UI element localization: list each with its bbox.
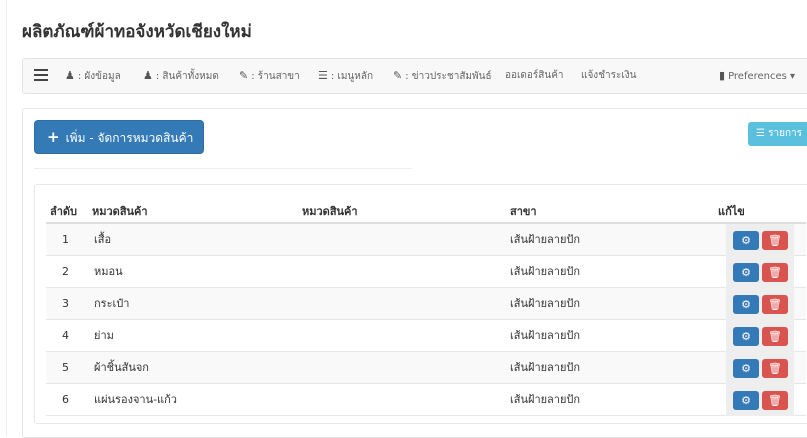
- delete-button[interactable]: 🗑: [762, 295, 788, 314]
- delete-button[interactable]: 🗑: [762, 327, 788, 346]
- user-icon: ♟: [65, 69, 75, 82]
- row-category: หมอน: [94, 265, 123, 278]
- nav-item-orders[interactable]: ออเดอร์สินค้า: [505, 59, 564, 93]
- divider: [34, 168, 412, 169]
- header-edit: แก้ไข: [718, 205, 745, 218]
- delete-button[interactable]: 🗑: [762, 359, 788, 378]
- edit-cell: ⚙ 🗑: [726, 384, 794, 416]
- header-category-2: หมวดสินค้า: [302, 205, 358, 218]
- row-branch: เส้นฝ้ายลายปัก: [510, 393, 581, 406]
- edit-button[interactable]: ⚙: [733, 231, 759, 250]
- table-row: 6 แผ่นรองจาน-แก้ว เส้นฝ้ายลายปัก ⚙ 🗑: [46, 384, 806, 416]
- row-branch: เส้นฝ้ายลายปัก: [510, 329, 581, 342]
- gear-icon: ⚙: [741, 234, 751, 247]
- nav-item-data-chart[interactable]: ♟: ผังข้อมูล: [65, 59, 121, 93]
- edit-button[interactable]: ⚙: [733, 295, 759, 314]
- edit-cell: ⚙ 🗑: [726, 320, 794, 352]
- delete-button[interactable]: 🗑: [762, 263, 788, 282]
- table-row: 2 หมอน เส้นฝ้ายลายปัก ⚙ 🗑: [46, 256, 806, 288]
- page-title: ผลิตภัณฑ์ผ้าทอจังหวัดเชียงใหม่: [22, 22, 252, 42]
- row-category: ย่าม: [94, 329, 114, 342]
- header-category: หมวดสินค้า: [92, 205, 148, 218]
- trash-icon: 🗑: [768, 234, 782, 247]
- header-branch: สาขา: [510, 205, 537, 218]
- list-icon: ☰: [318, 69, 328, 82]
- trash-icon: 🗑: [768, 330, 782, 343]
- row-number: 4: [62, 329, 69, 342]
- gear-icon: ⚙: [741, 298, 751, 311]
- delete-button[interactable]: 🗑: [762, 391, 788, 410]
- trash-icon: 🗑: [768, 394, 782, 407]
- nav-item-news[interactable]: ✎: ข่าวประชาสัมพันธ์: [393, 59, 492, 93]
- nav-item-label: แจ้งชำระเงิน: [581, 70, 637, 81]
- preferences-label: Preferences ▾: [728, 71, 796, 82]
- preferences-dropdown[interactable]: ▮ Preferences ▾: [719, 59, 795, 93]
- row-category: แผ่นรองจาน-แก้ว: [94, 393, 177, 406]
- user-icon: ♟: [143, 69, 153, 82]
- leaf-icon: ✎: [239, 69, 249, 82]
- table-row: 4 ย่าม เส้นฝ้ายลายปัก ⚙ 🗑: [46, 320, 806, 352]
- nav-item-label: : ร้านสาขา: [251, 71, 300, 82]
- row-category: เสื้อ: [94, 233, 112, 246]
- row-number: 1: [62, 233, 69, 246]
- nav-item-label: : สินค้าทั้งหมด: [155, 71, 219, 82]
- nav-item-label: : ข่าวประชาสัมพันธ์: [405, 71, 492, 82]
- menu-toggle-icon[interactable]: [34, 69, 48, 81]
- row-category: กระเป๋า: [94, 297, 130, 310]
- row-branch: เส้นฝ้ายลายปัก: [510, 265, 581, 278]
- trash-icon: 🗑: [768, 266, 782, 279]
- nav-item-label: : เมนูหลัก: [330, 71, 374, 82]
- trash-icon: 🗑: [768, 298, 782, 311]
- row-number: 2: [62, 265, 69, 278]
- nav-item-branches[interactable]: ✎: ร้านสาขา: [239, 59, 300, 93]
- edit-button[interactable]: ⚙: [733, 263, 759, 282]
- nav-item-label: : ผังข้อมูล: [77, 71, 121, 82]
- gear-icon: ⚙: [741, 266, 751, 279]
- trash-icon: 🗑: [768, 362, 782, 375]
- delete-button[interactable]: 🗑: [762, 231, 788, 250]
- row-branch: เส้นฝ้ายลายปัก: [510, 361, 581, 374]
- plus-icon: +: [47, 128, 60, 146]
- gear-icon: ⚙: [741, 330, 751, 343]
- gear-icon: ⚙: [741, 394, 751, 407]
- row-branch: เส้นฝ้ายลายปัก: [510, 233, 581, 246]
- gear-icon: ⚙: [741, 362, 751, 375]
- edit-cell: ⚙ 🗑: [726, 288, 794, 320]
- left-border: [6, 0, 7, 436]
- nav-item-payment[interactable]: แจ้งชำระเงิน: [581, 59, 636, 93]
- edit-cell: ⚙ 🗑: [726, 224, 794, 256]
- leaf-icon: ✎: [393, 69, 403, 82]
- nav-item-all-products[interactable]: ♟: สินค้าทั้งหมด: [143, 59, 219, 93]
- row-number: 5: [62, 361, 69, 374]
- top-navbar: ♟: ผังข้อมูล ♟: สินค้าทั้งหมด ✎: ร้านสาข…: [22, 58, 807, 94]
- add-category-button[interactable]: + เพิ่ม - จัดการหมวดสินค้า: [34, 120, 204, 154]
- header-no: ลำดับ: [50, 205, 78, 218]
- table-row: 1 เสื้อ เส้นฝ้ายลายปัก ⚙ 🗑: [46, 224, 806, 256]
- edit-button[interactable]: ⚙: [733, 327, 759, 346]
- table-row: 3 กระเป๋า เส้นฝ้ายลายปัก ⚙ 🗑: [46, 288, 806, 320]
- row-branch: เส้นฝ้ายลายปัก: [510, 297, 581, 310]
- nav-item-label: ออเดอร์สินค้า: [505, 70, 564, 81]
- table-row: 5 ผ้าชิ้นสันจก เส้นฝ้ายลายปัก ⚙ 🗑: [46, 352, 806, 384]
- row-category: ผ้าชิ้นสันจก: [94, 361, 149, 374]
- add-category-label: เพิ่ม - จัดการหมวดสินค้า: [65, 131, 194, 145]
- edit-button[interactable]: ⚙: [733, 391, 759, 410]
- row-number: 6: [62, 393, 69, 406]
- edit-cell: ⚙ 🗑: [726, 256, 794, 288]
- edit-button[interactable]: ⚙: [733, 359, 759, 378]
- edit-cell: ⚙ 🗑: [726, 352, 794, 384]
- row-number: 3: [62, 297, 69, 310]
- list-button[interactable]: ☰ รายการ: [748, 122, 807, 146]
- bar-chart-icon: ▮: [719, 69, 726, 82]
- nav-item-main-menu[interactable]: ☰: เมนูหลัก: [318, 59, 373, 93]
